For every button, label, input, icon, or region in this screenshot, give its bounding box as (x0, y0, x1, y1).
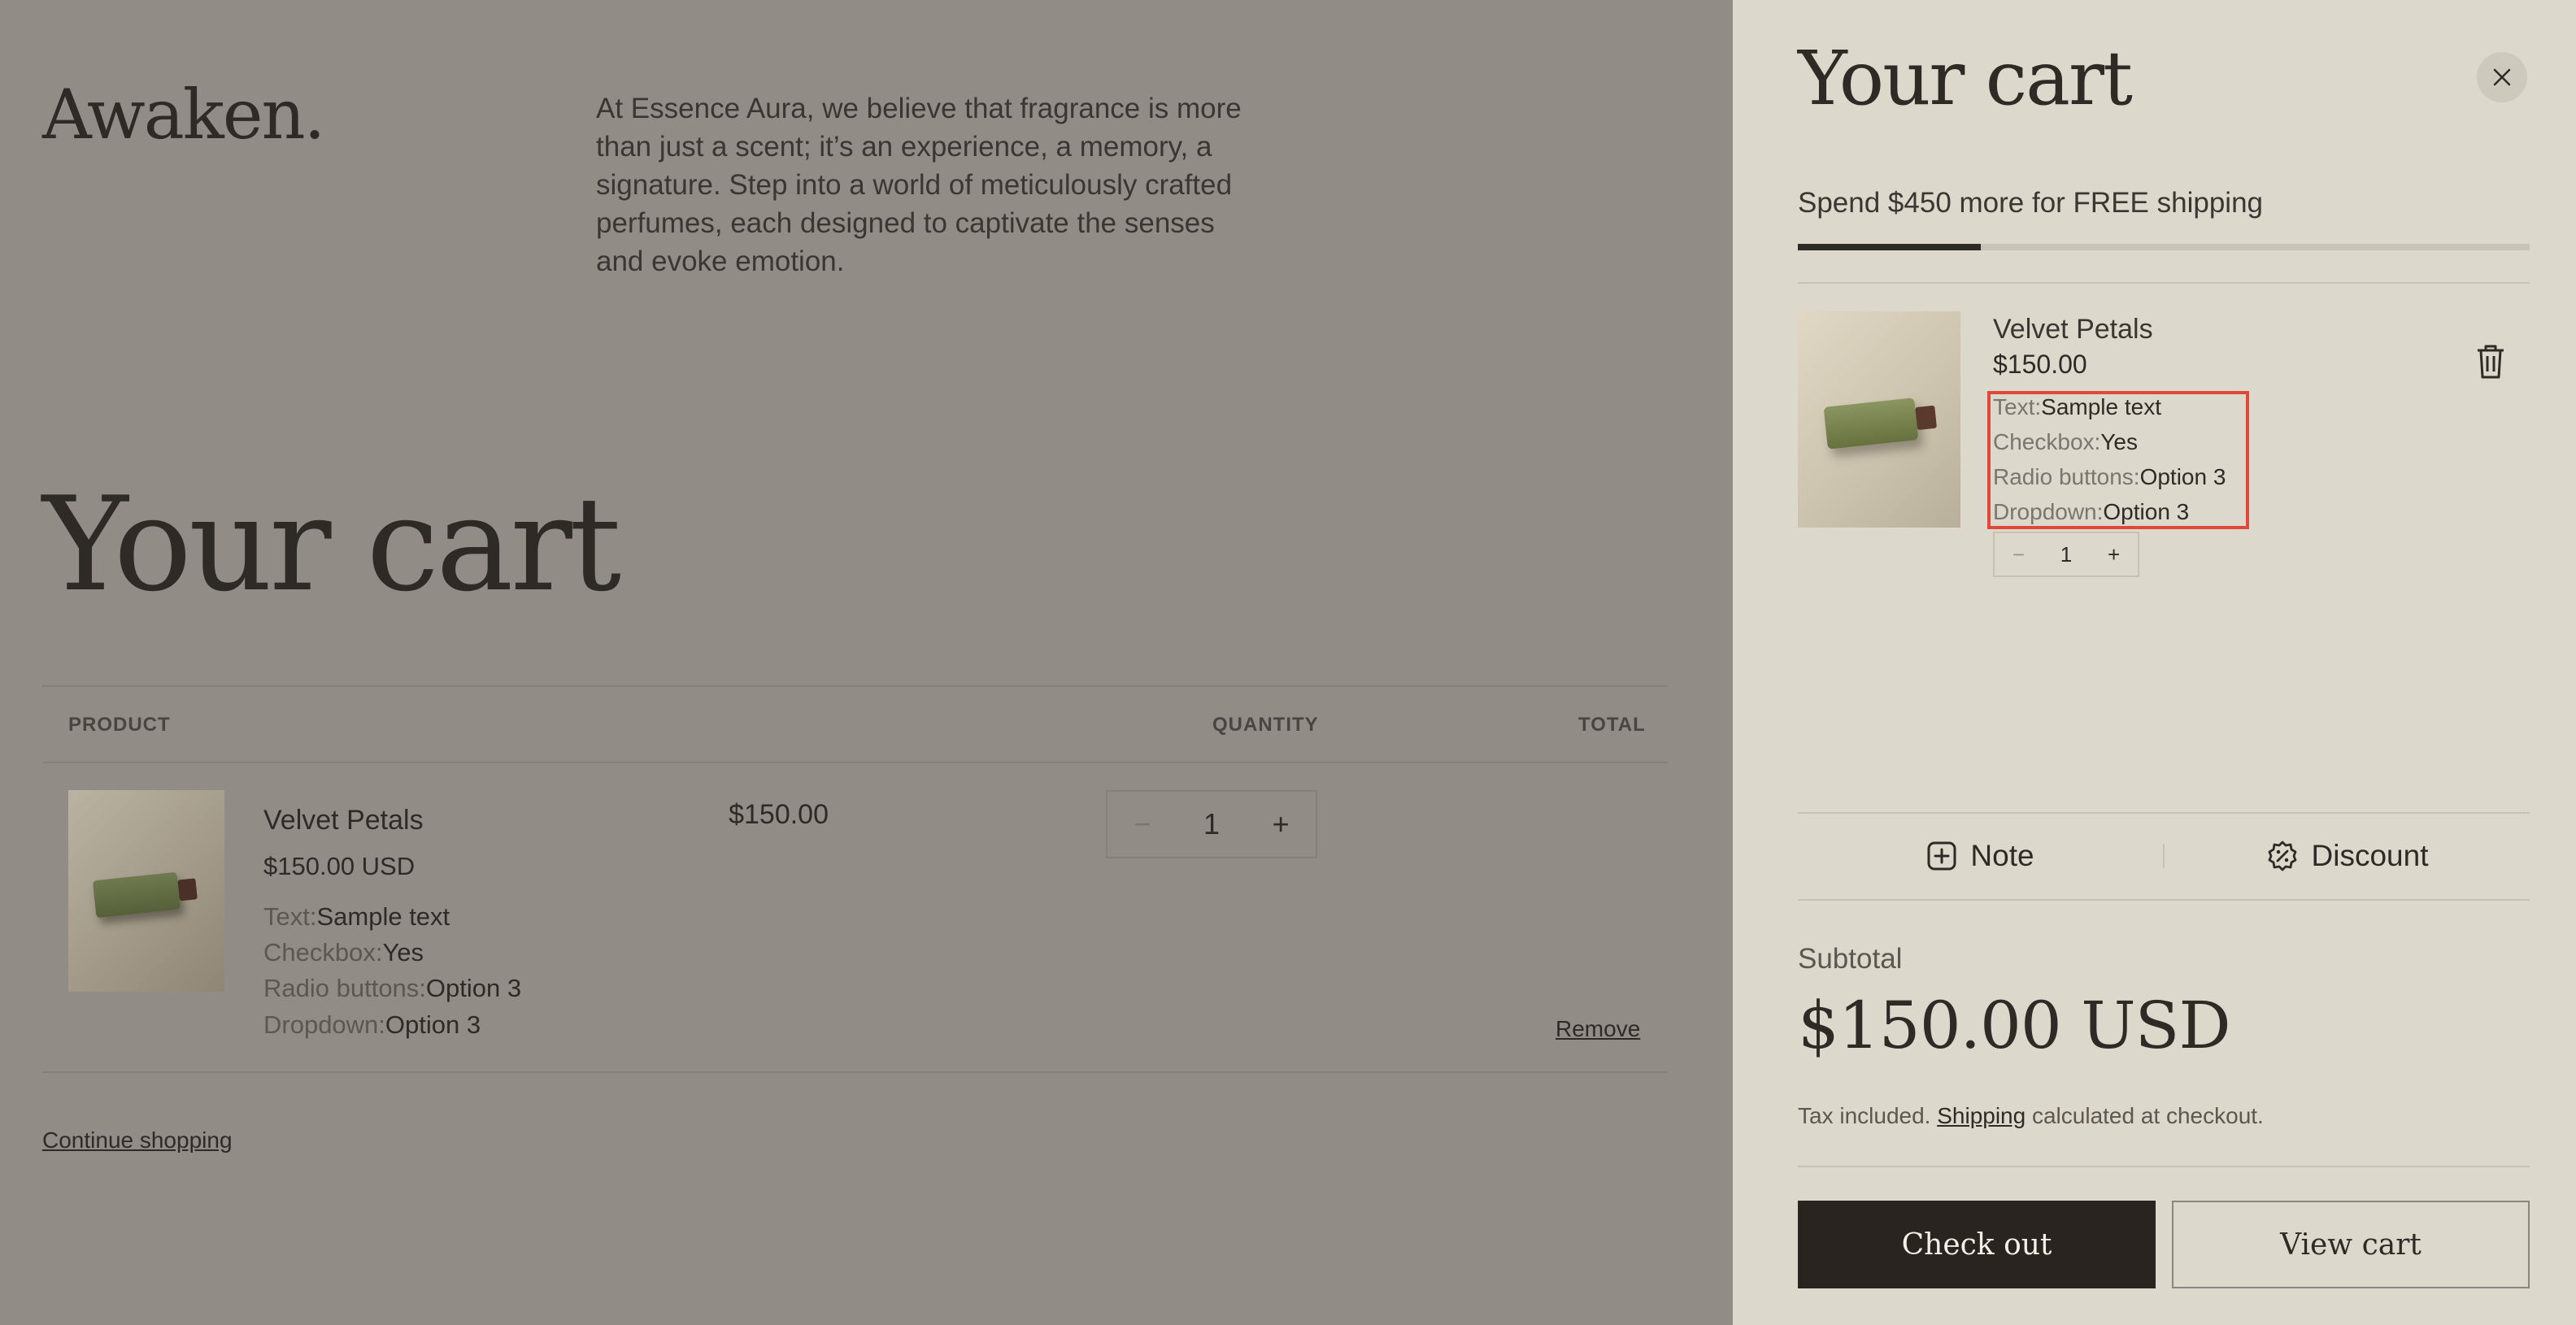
quantity-input[interactable]: 1 (1203, 807, 1220, 841)
shipping-progress-bar (1798, 244, 2530, 250)
product-image[interactable] (1798, 311, 1960, 528)
quantity-stepper: − 1 + (1106, 790, 1317, 858)
header-total: TOTAL (1578, 714, 1646, 736)
product-property: Radio buttons:Option 3 (263, 974, 521, 1003)
divider (42, 762, 1668, 763)
product-name[interactable]: Velvet Petals (1993, 314, 2153, 345)
continue-shopping-link[interactable]: Continue shopping (42, 1127, 233, 1153)
increase-quantity-button[interactable]: + (1273, 807, 1290, 841)
page-title: Your cart (42, 468, 621, 620)
discount-badge-icon (2268, 841, 2296, 871)
view-cart-button[interactable]: View cart (2172, 1201, 2530, 1288)
property-key: Radio buttons: (1993, 464, 2140, 489)
header-quantity: QUANTITY (1212, 714, 1319, 736)
note-discount-bar: Note Discount (1798, 813, 2530, 899)
line-total: $150.00 (729, 799, 829, 830)
subtotal-label: Subtotal (1798, 943, 1903, 975)
subtotal-value: $150.00 USD (1798, 988, 2231, 1063)
product-name[interactable]: Velvet Petals (263, 805, 424, 836)
product-property: Text:Sample text (1993, 394, 2161, 420)
product-property: Checkbox:Yes (1993, 429, 2138, 455)
product-image[interactable] (68, 790, 224, 992)
remove-item-button[interactable] (2474, 343, 2507, 380)
tax-suffix: calculated at checkout. (2031, 1103, 2264, 1128)
property-value: Option 3 (2103, 499, 2190, 524)
property-key: Dropdown: (263, 1010, 385, 1039)
product-property: Dropdown:Option 3 (1993, 499, 2189, 525)
divider (1798, 282, 2530, 284)
tax-note: Tax included. Shipping calculated at che… (1798, 1103, 2264, 1129)
tax-prefix: Tax included. (1798, 1103, 1931, 1128)
quantity-input[interactable]: 1 (2060, 542, 2072, 567)
checkout-button[interactable]: Check out (1798, 1201, 2156, 1288)
shipping-link[interactable]: Shipping (1937, 1103, 2026, 1128)
note-label: Note (1970, 839, 2034, 872)
product-price: $150.00 USD (263, 852, 416, 880)
property-value: Option 3 (425, 974, 522, 1002)
product-property: Checkbox:Yes (263, 938, 424, 967)
discount-button[interactable]: Discount (2165, 839, 2530, 873)
intro-text: At Essence Aura, we believe that fragran… (596, 93, 1242, 277)
property-key: Text: (1993, 394, 2042, 419)
cart-drawer: Your cart Spend $450 more for FREE shipp… (1733, 0, 2576, 1325)
property-value: Sample text (2041, 394, 2161, 419)
property-value: Option 3 (385, 1010, 481, 1039)
note-button[interactable]: Note (1798, 839, 2163, 873)
drawer-title: Your cart (1798, 35, 2133, 122)
property-value: Option 3 (2139, 464, 2226, 489)
divider (1798, 899, 2530, 901)
header-product: PRODUCT (68, 714, 171, 736)
close-icon (2493, 68, 2511, 86)
note-plus-icon (1927, 841, 1956, 871)
close-button[interactable] (2477, 52, 2527, 102)
property-value: Yes (2100, 429, 2138, 454)
remove-link[interactable]: Remove (1556, 1016, 1640, 1042)
property-key: Dropdown: (1993, 499, 2104, 524)
discount-label: Discount (2311, 839, 2429, 872)
property-key: Text: (263, 902, 317, 931)
product-price: $150.00 (1993, 350, 2087, 379)
quantity-stepper: − 1 + (1993, 532, 2139, 577)
divider (42, 1071, 1668, 1073)
free-shipping-message: Spend $450 more for FREE shipping (1798, 187, 2263, 219)
decrease-quantity-button[interactable]: − (1134, 807, 1151, 841)
product-property: Text:Sample text (263, 902, 450, 932)
property-value: Sample text (316, 902, 450, 931)
logo[interactable]: Awaken. (42, 75, 325, 154)
increase-quantity-button[interactable]: + (2108, 542, 2120, 567)
decrease-quantity-button[interactable]: − (2012, 542, 2025, 567)
divider (1798, 1166, 2530, 1167)
product-property: Dropdown:Option 3 (263, 1010, 481, 1040)
product-property: Radio buttons:Option 3 (1993, 464, 2226, 490)
property-key: Radio buttons: (263, 974, 426, 1002)
trash-icon (2478, 345, 2504, 379)
cart-page: Awaken. At Essence Aura, we believe that… (0, 0, 1733, 1325)
property-key: Checkbox: (1993, 429, 2101, 454)
property-value: Yes (382, 938, 424, 967)
shipping-progress-fill (1798, 244, 1981, 250)
divider (42, 685, 1668, 687)
property-key: Checkbox: (263, 938, 383, 967)
